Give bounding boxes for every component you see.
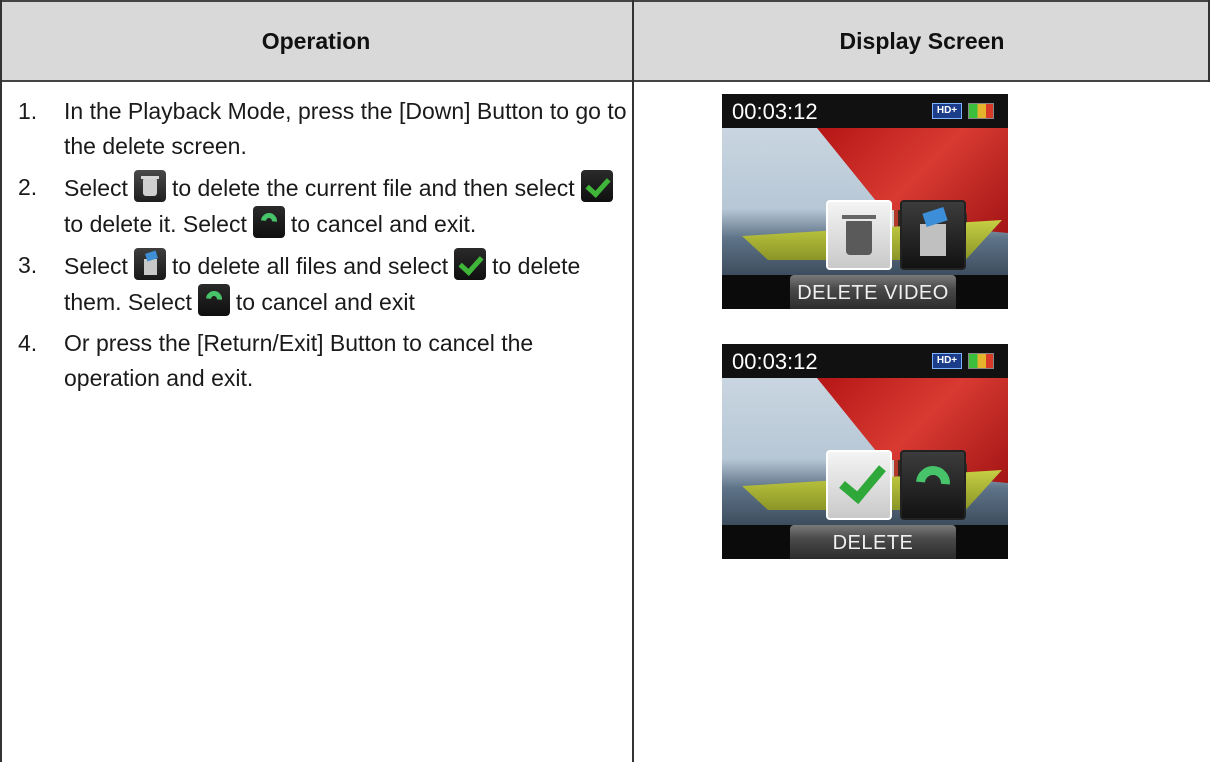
elapsed-time: 00:03:12 — [732, 349, 818, 374]
table-border-left — [0, 0, 2, 762]
return-icon — [900, 450, 966, 520]
table-header: Operation Display Screen — [0, 0, 1210, 82]
screen-label: DELETE — [790, 525, 956, 559]
hd-badge: HD+ — [932, 103, 962, 119]
return-icon — [252, 206, 285, 238]
step-text: Or press the [Return/Exit] Button to can… — [64, 330, 534, 391]
step-number: 4. — [18, 330, 38, 356]
header-display-screen: Display Screen — [839, 28, 1005, 54]
battery-icon — [968, 103, 994, 119]
step-text: Select to delete the current file and the… — [64, 170, 628, 242]
check-icon — [826, 450, 892, 520]
hd-badge: HD+ — [932, 353, 962, 369]
step-text-part: to delete the current file and then sele… — [171, 175, 575, 201]
instruction-table: Operation Display Screen 1. In the Playb… — [0, 0, 1210, 762]
trash-all-icon — [133, 248, 166, 280]
trash-icon — [133, 170, 166, 202]
screen-status-bar: 00:03:12 HD+ — [722, 94, 1008, 128]
check-icon — [580, 170, 613, 202]
header-operation: Operation — [261, 28, 371, 54]
step-text: In the Playback Mode, press the [Down] B… — [64, 98, 627, 159]
step-text-part: Select — [64, 253, 128, 279]
device-screen-delete-video: 00:03:12 HD+ DELETE VIDEO — [722, 94, 1008, 309]
step-text: Select to delete all files and select to d… — [64, 248, 628, 320]
step-3: 3. Select to delete all files and select t… — [18, 248, 628, 320]
operation-steps: 1. In the Playback Mode, press the [Down… — [18, 94, 628, 402]
step-text-part: to cancel and exit — [235, 289, 415, 315]
elapsed-time: 00:03:12 — [732, 99, 818, 124]
battery-icon — [968, 353, 994, 369]
step-number: 2. — [18, 174, 38, 200]
trash-all-icon — [900, 200, 966, 270]
step-2: 2. Select to delete the current file and … — [18, 170, 628, 242]
step-text-part: to delete it. Select — [64, 211, 247, 237]
sailboat-photo — [722, 128, 1008, 275]
column-divider — [632, 0, 634, 762]
step-text-part: to delete all files and select — [171, 253, 449, 279]
step-number: 1. — [18, 98, 38, 124]
screen-status-bar: 00:03:12 HD+ — [722, 344, 1008, 378]
step-text-part: to cancel and exit. — [290, 211, 477, 237]
device-screen-delete: 00:03:12 HD+ DELETE — [722, 344, 1008, 559]
screen-label-bar: DELETE — [722, 525, 1008, 559]
step-4: 4. Or press the [Return/Exit] Button to … — [18, 326, 628, 396]
step-text-part: Select — [64, 175, 128, 201]
screen-label: DELETE VIDEO — [790, 275, 956, 309]
sailboat-photo — [722, 378, 1008, 525]
screen-label-bar: DELETE VIDEO — [722, 275, 1008, 309]
step-number: 3. — [18, 252, 38, 278]
step-1: 1. In the Playback Mode, press the [Down… — [18, 94, 628, 164]
trash-icon — [826, 200, 892, 270]
return-icon — [197, 284, 230, 316]
check-icon — [454, 248, 487, 280]
